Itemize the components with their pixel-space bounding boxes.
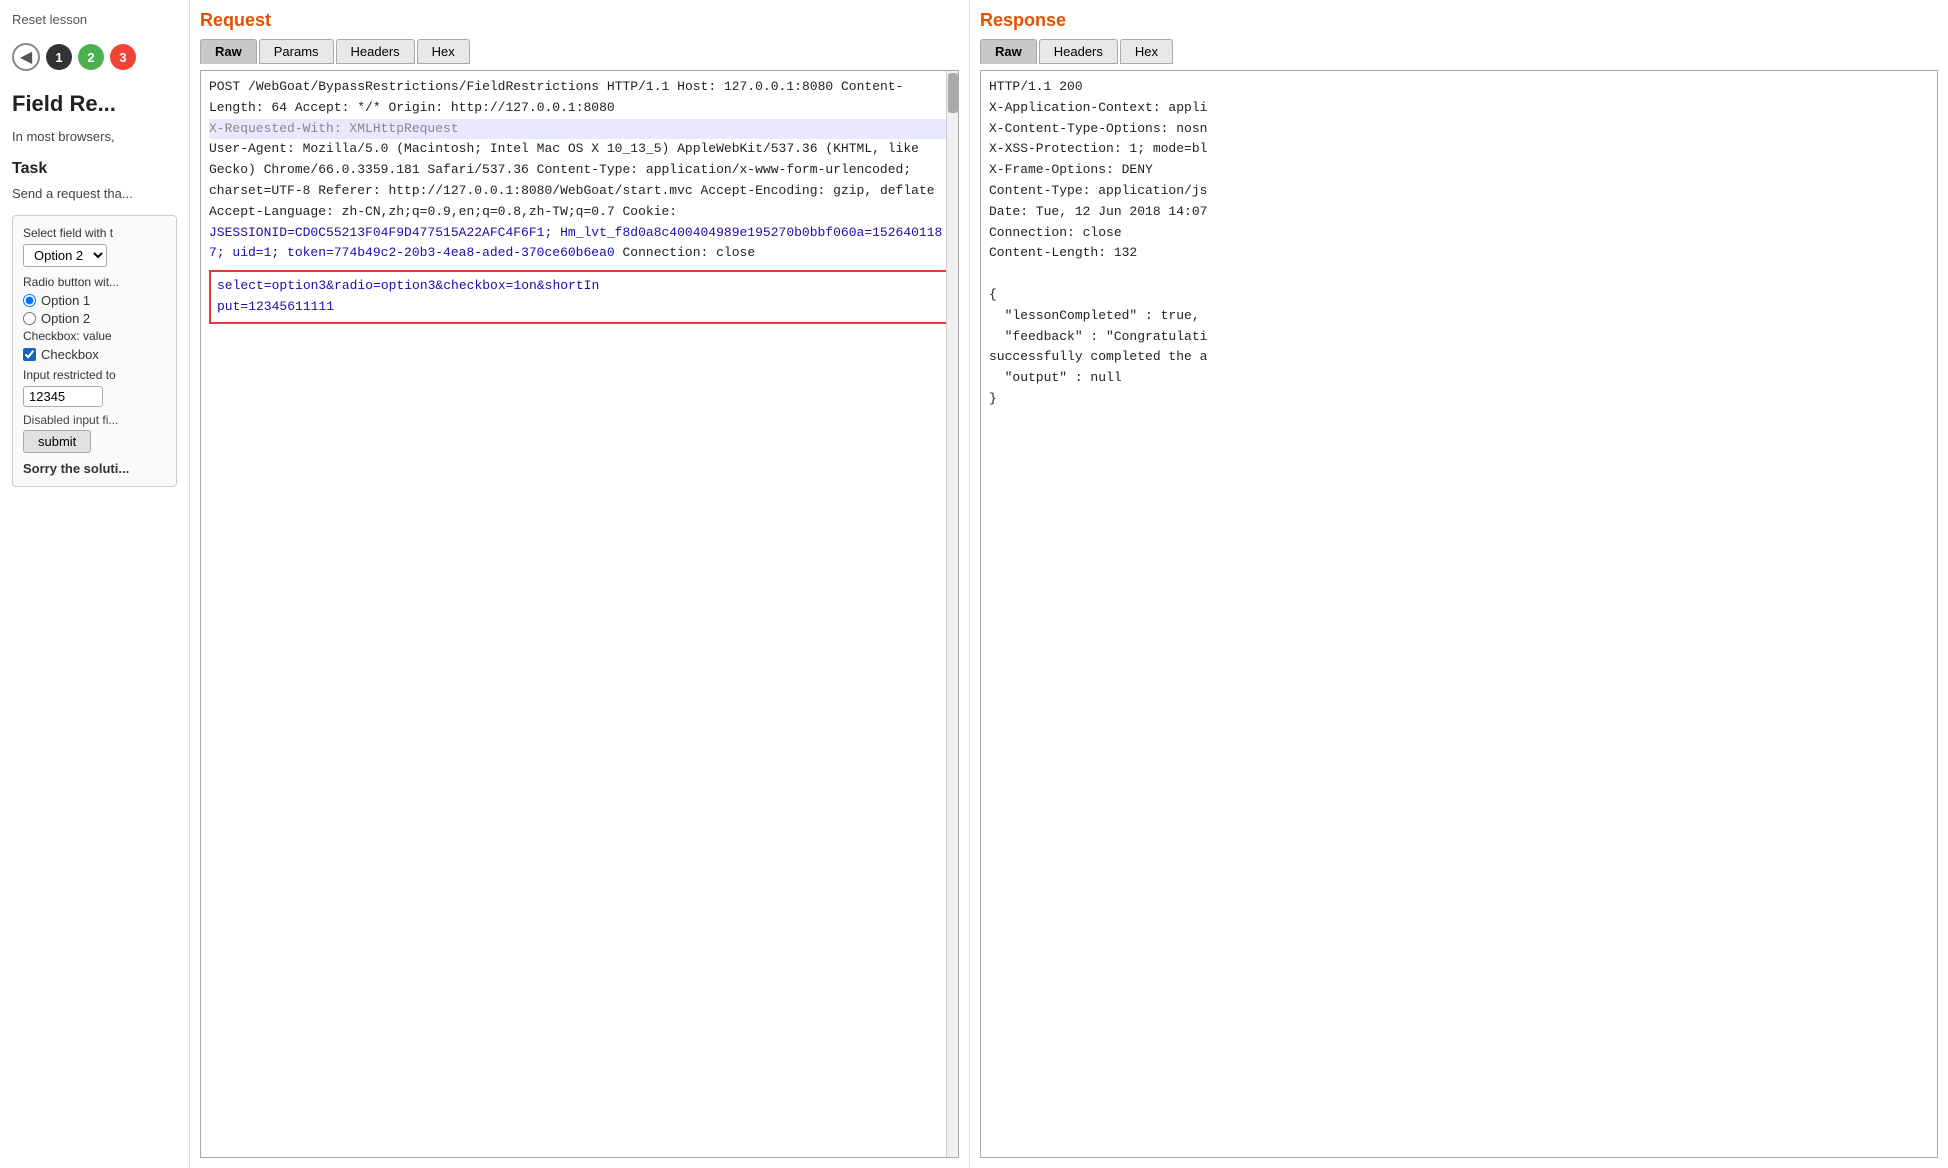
task-desc: Send a request tha... [12,186,177,201]
disabled-label: Disabled input fi... [23,413,166,427]
response-tab-hex[interactable]: Hex [1120,39,1173,64]
req-line-post: POST [209,79,240,94]
response-tab-raw[interactable]: Raw [980,39,1037,64]
resp-connection: Connection: close [989,223,1929,244]
resp-brace-open: { [989,285,1929,306]
resp-date: Date: Tue, 12 Jun 2018 14:07 [989,202,1929,223]
req-line-accept: Accept: */* [295,100,381,115]
checkbox-text: Checkbox [41,347,99,362]
request-panel: Request Raw Params Headers Hex POST /Web… [190,0,970,1168]
select-label: Select field with t [23,226,166,240]
req-line-ua1: User-Agent: Mozilla/5.0 (Macintosh; Inte… [209,141,583,156]
request-body-payload: select=option3&radio=option3&checkbox=1o… [209,270,950,324]
short-input[interactable] [23,386,103,407]
radio-option2-row: Option 2 [23,311,166,326]
lesson-desc: In most browsers, [12,129,177,144]
req-line-cookie-label: Cookie: [623,204,678,219]
task-label: Task [12,160,177,178]
checkbox-input[interactable] [23,348,36,361]
req-line-x-requested: X-Requested-With: XMLHttpRequest [209,119,950,140]
req-line-al2: zh-CN,zh;q=0.9,en;q=0.8,zh-TW;q=0.7 [342,204,615,219]
resp-blank [989,264,1929,285]
req-line-host: Host: 127.0.0.1:8080 [677,79,833,94]
req-line-ae: Accept-Encoding: gzip, deflate [701,183,935,198]
radio-option1-label: Option 1 [41,293,90,308]
resp-lesson-completed: "lessonCompleted" : true, [989,306,1929,327]
step-3[interactable]: 3 [110,44,136,70]
resp-brace-close: } [989,389,1929,410]
radio-option1[interactable] [23,294,36,307]
response-panel: Response Raw Headers Hex HTTP/1.1 200 X-… [970,0,1948,1168]
req-line-origin: Origin: http://127.0.0.1:8080 [388,100,614,115]
resp-app-context: X-Application-Context: appli [989,98,1929,119]
resp-frame: X-Frame-Options: DENY [989,160,1929,181]
request-tab-params[interactable]: Params [259,39,334,64]
step-1[interactable]: 1 [46,44,72,70]
resp-ct-options: X-Content-Type-Options: nosn [989,119,1929,140]
response-tab-bar: Raw Headers Hex [980,39,1938,64]
resp-content-type: Content-Type: application/js [989,181,1929,202]
radio-option2[interactable] [23,312,36,325]
scrollbar[interactable] [946,71,958,1157]
reset-lesson-link[interactable]: Reset lesson [12,12,177,27]
nav-arrows: ◀ 1 2 3 [12,43,177,71]
step-2[interactable]: 2 [78,44,104,70]
resp-output: "output" : null [989,368,1929,389]
radio-option1-row: Option 1 [23,293,166,308]
request-tab-hex[interactable]: Hex [417,39,470,64]
request-body[interactable]: POST /WebGoat/BypassRestrictions/FieldRe… [200,70,959,1158]
response-tab-headers[interactable]: Headers [1039,39,1118,64]
req-line-path: /WebGoat/BypassRestrictions/FieldRestric… [248,79,599,94]
req-line-token: token=774b49c2-20b3-4ea8-aded-370ce60b6e… [287,245,615,260]
req-line-jsessionid: JSESSIONID=CD0C55213F04F9D477515A22AFC4F… [209,225,552,240]
radio-option2-label: Option 2 [41,311,90,326]
sorry-text: Sorry the soluti... [23,461,166,476]
response-title: Response [980,10,1938,31]
field-restrictions-form: Select field with t Option 1 Option 2 Op… [12,215,177,487]
req-line-ct1: Content-Type: application/x-www-form-url… [537,162,911,177]
resp-status: HTTP/1.1 200 [989,77,1929,98]
request-tab-bar: Raw Params Headers Hex [200,39,959,64]
request-tab-headers[interactable]: Headers [336,39,415,64]
req-line-charset: charset=UTF-8 [209,183,310,198]
select-field[interactable]: Option 1 Option 2 Option 3 [23,244,107,267]
radio-label: Radio button wit... [23,275,166,289]
req-line-referer: Referer: http://127.0.0.1:8080/WebGoat/s… [318,183,692,198]
req-line-ua2: X 10_13_5) AppleWebKit/537.36 (KHTML, li… [591,141,919,156]
input-label: Input restricted to [23,368,166,382]
resp-feedback2: successfully completed the a [989,347,1929,368]
checkbox-label: Checkbox: value [23,329,166,343]
submit-button[interactable]: submit [23,430,91,453]
checkbox-row: Checkbox [23,347,166,362]
req-line-uid: 7; uid=1; [209,245,279,260]
req-line-hm: Hm_lvt_f8d0a8c400404989e195270b0bbf060a=… [560,225,942,240]
req-line-http: HTTP/1.1 [607,79,669,94]
resp-content-length: Content-Length: 132 [989,243,1929,264]
back-arrow[interactable]: ◀ [12,43,40,71]
req-line-al1: Accept-Language: [209,204,334,219]
response-body[interactable]: HTTP/1.1 200 X-Application-Context: appl… [980,70,1938,1158]
request-title: Request [200,10,959,31]
req-line-connection: Connection: close [623,245,756,260]
req-line-ua3: Gecko) Chrome/66.0.3359.181 Safari/537.3… [209,162,529,177]
sidebar: Reset lesson ◀ 1 2 3 Field Re... In most… [0,0,190,1168]
lesson-title: Field Re... [12,91,177,117]
main-content: Request Raw Params Headers Hex POST /Web… [190,0,1948,1168]
request-tab-raw[interactable]: Raw [200,39,257,64]
resp-feedback: "feedback" : "Congratulati [989,327,1929,348]
resp-xss: X-XSS-Protection: 1; mode=bl [989,139,1929,160]
